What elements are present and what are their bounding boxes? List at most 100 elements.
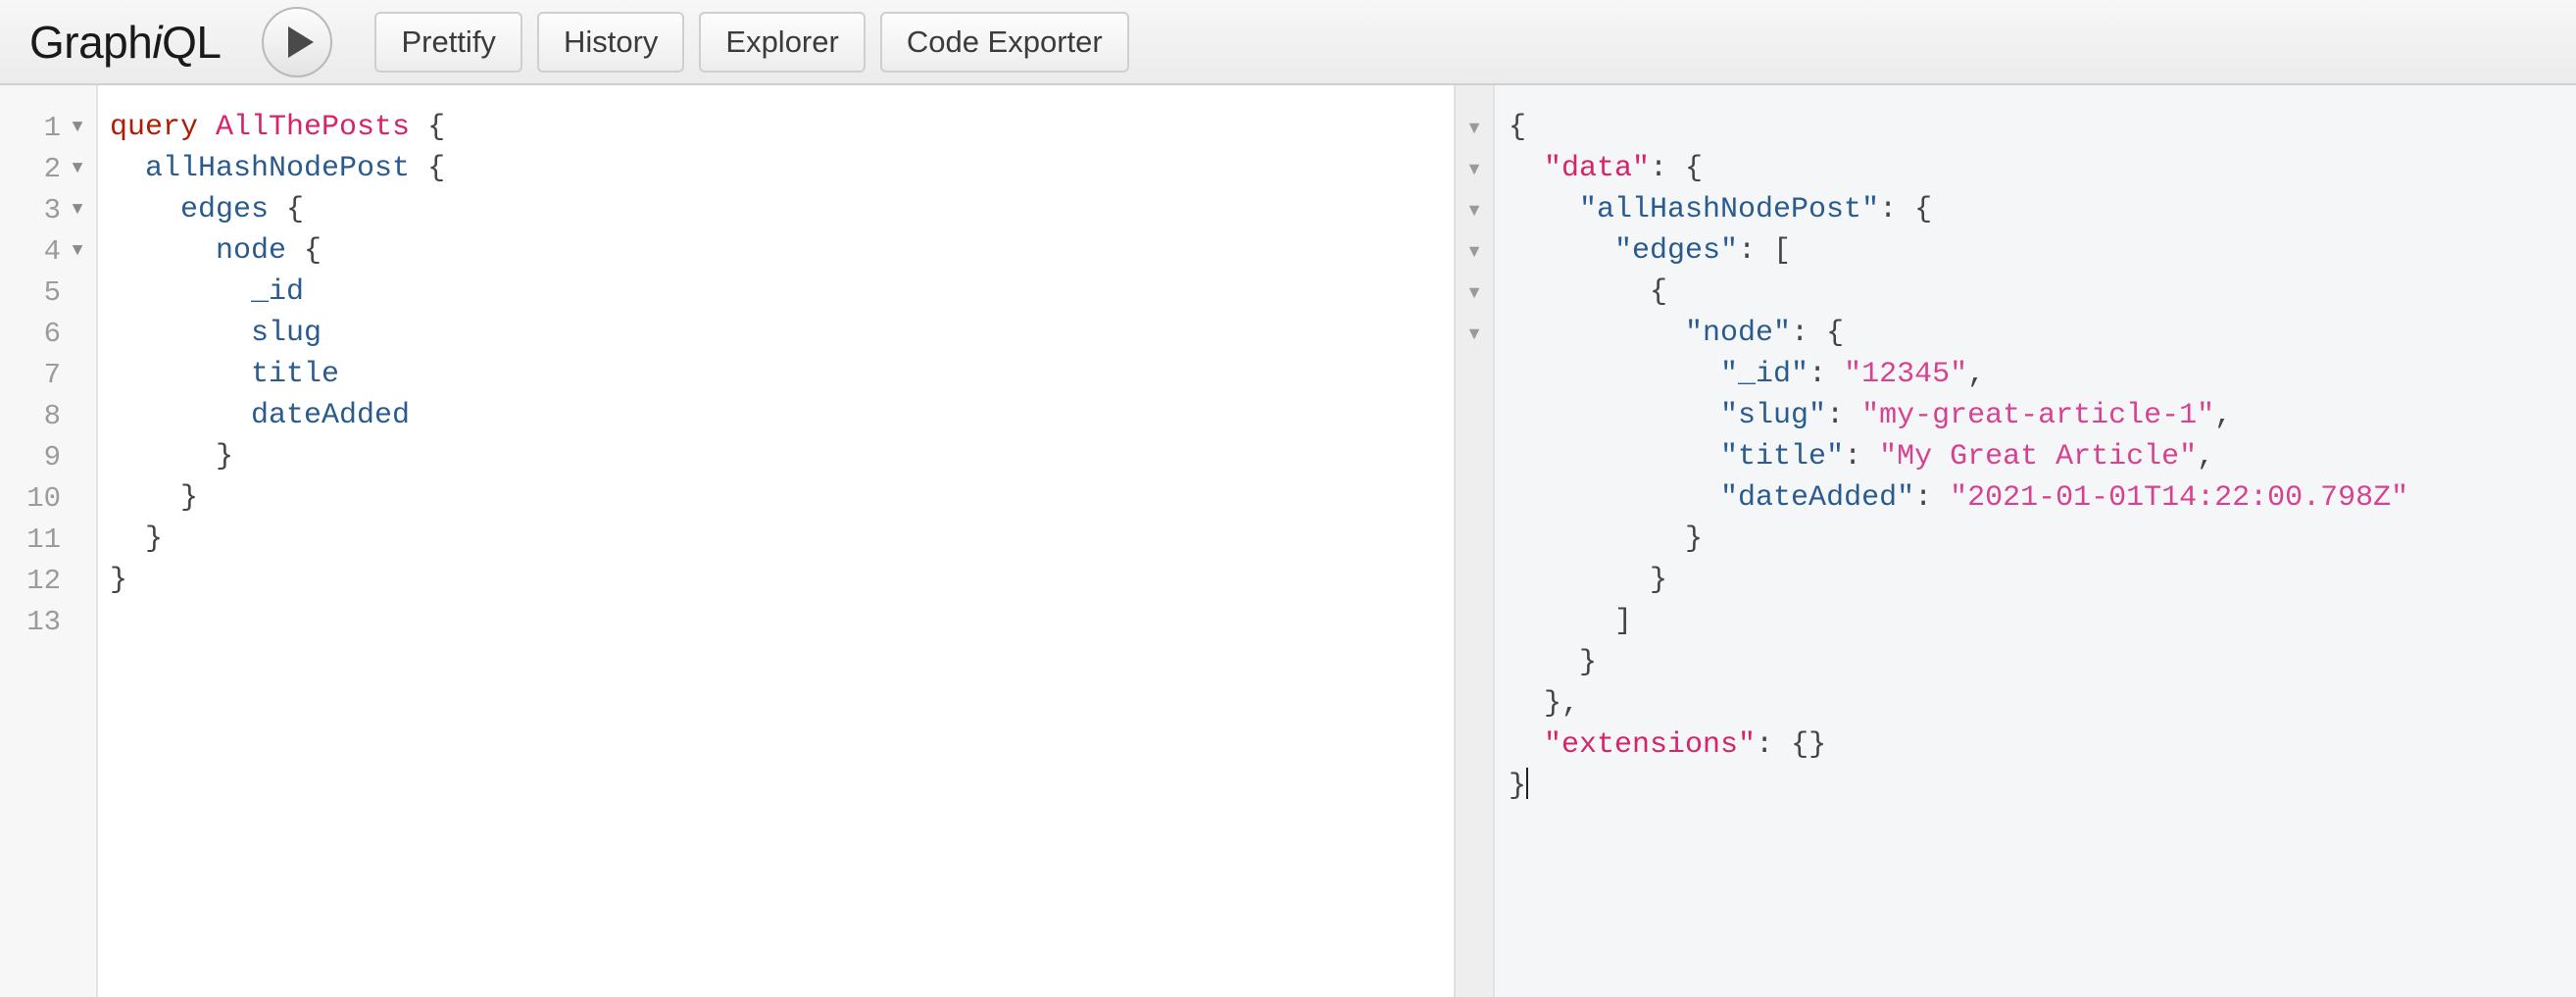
query-code-line: _id bbox=[110, 272, 1454, 313]
result-fold-arrow-icon[interactable]: ▼ bbox=[1456, 148, 1493, 189]
json-token: : { bbox=[1791, 317, 1845, 350]
json-token: , bbox=[1967, 358, 1986, 391]
code-token: node bbox=[216, 234, 287, 268]
code-token: } bbox=[110, 564, 128, 597]
json-token: } bbox=[1509, 646, 1598, 679]
json-token: } bbox=[1509, 564, 1668, 597]
result-code-line: }, bbox=[1509, 683, 2576, 724]
result-code-line: ] bbox=[1509, 601, 2576, 642]
result-fold-arrow-icon[interactable]: ▼ bbox=[1456, 107, 1493, 148]
json-token: : bbox=[1844, 440, 1880, 474]
query-code-line: query AllThePosts { bbox=[110, 107, 1454, 148]
query-gutter-line: 13▼ bbox=[0, 601, 96, 642]
execute-query-button[interactable] bbox=[262, 6, 333, 77]
json-token: ] bbox=[1509, 605, 1633, 638]
query-gutter-line: 1 ▼ bbox=[0, 107, 96, 148]
json-token: : bbox=[1826, 399, 1862, 432]
line-number: 11 bbox=[26, 523, 61, 556]
json-token: "slug" bbox=[1720, 399, 1827, 432]
graphiql-logo: GraphiQL bbox=[29, 16, 222, 69]
result-code-line: { bbox=[1509, 272, 2576, 313]
fold-arrow-icon[interactable]: ▼ bbox=[67, 241, 88, 261]
logo-suffix: QL bbox=[162, 16, 222, 68]
json-token: : {} bbox=[1756, 728, 1827, 762]
result-code-line: "node": { bbox=[1509, 313, 2576, 354]
code-token: { bbox=[410, 152, 446, 185]
fold-arrow-icon[interactable]: ▼ bbox=[67, 200, 88, 220]
json-token: { bbox=[1509, 275, 1668, 309]
result-viewer-pane[interactable]: ▼▼▼▼▼▼▼▼▼▼▼▼▼▼▼▼▼▼ { "data": { "allHashN… bbox=[1456, 85, 2576, 997]
query-gutter-line: 12▼ bbox=[0, 560, 96, 601]
json-token: }, bbox=[1509, 687, 1580, 721]
json-token: : { bbox=[1879, 193, 1933, 226]
result-code-area[interactable]: { "data": { "allHashNodePost": { "edges"… bbox=[1495, 85, 2576, 997]
line-number: 13 bbox=[26, 605, 61, 638]
prettify-button[interactable]: Prettify bbox=[374, 11, 522, 73]
line-number: 3 bbox=[43, 193, 61, 226]
query-gutter-line: 11▼ bbox=[0, 519, 96, 560]
code-token: { bbox=[410, 111, 446, 144]
text-cursor bbox=[1526, 768, 1529, 799]
code-token: { bbox=[286, 234, 322, 268]
query-code-area[interactable]: query AllThePosts { allHashNodePost { ed… bbox=[98, 85, 1454, 997]
query-line-number-gutter: 1▼2▼3▼4▼5▼6▼7▼8▼9▼10▼11▼12▼13▼ bbox=[0, 85, 98, 997]
line-number: 4 bbox=[43, 234, 61, 268]
result-code-line: "allHashNodePost": { bbox=[1509, 189, 2576, 230]
json-token: "My Great Article" bbox=[1879, 440, 2198, 474]
line-number: 7 bbox=[43, 358, 61, 391]
line-number: 10 bbox=[26, 481, 61, 515]
line-number: 2 bbox=[43, 152, 61, 185]
line-number: 5 bbox=[43, 275, 61, 309]
fold-arrow-icon[interactable]: ▼ bbox=[67, 118, 88, 137]
code-token: title bbox=[251, 358, 340, 391]
code-exporter-button[interactable]: Code Exporter bbox=[879, 11, 1129, 73]
json-token: , bbox=[2214, 399, 2233, 432]
fold-arrow-icon[interactable]: ▼ bbox=[67, 159, 88, 178]
explorer-button[interactable]: Explorer bbox=[699, 11, 866, 73]
query-editor-pane[interactable]: 1▼2▼3▼4▼5▼6▼7▼8▼9▼10▼11▼12▼13▼ query All… bbox=[0, 85, 1456, 997]
json-token: } bbox=[1509, 770, 1527, 803]
json-token: } bbox=[1509, 523, 1704, 556]
result-fold-arrow-icon[interactable]: ▼ bbox=[1456, 313, 1493, 354]
result-code-line: "edges": [ bbox=[1509, 230, 2576, 272]
code-token: dateAdded bbox=[251, 399, 411, 432]
query-code-line: } bbox=[110, 436, 1454, 477]
json-token: "2021-01-01T14:22:00.798Z" bbox=[1950, 481, 2409, 515]
query-code-line bbox=[110, 601, 1454, 642]
json-token: "extensions" bbox=[1544, 728, 1757, 762]
query-gutter-line: 7▼ bbox=[0, 354, 96, 395]
query-code-line: title bbox=[110, 354, 1454, 395]
code-token: AllThePosts bbox=[216, 111, 411, 144]
query-gutter-line: 9▼ bbox=[0, 436, 96, 477]
code-token: } bbox=[110, 440, 234, 474]
json-token: "dateAdded" bbox=[1720, 481, 1915, 515]
query-code-line: } bbox=[110, 560, 1454, 601]
result-code-line: "dateAdded": "2021-01-01T14:22:00.798Z" bbox=[1509, 477, 2576, 519]
code-token: } bbox=[110, 481, 199, 515]
json-token: "12345" bbox=[1844, 358, 1968, 391]
line-number: 8 bbox=[43, 399, 61, 432]
result-fold-arrow-icon[interactable]: ▼ bbox=[1456, 189, 1493, 230]
result-code-line: "_id": "12345", bbox=[1509, 354, 2576, 395]
result-fold-gutter: ▼▼▼▼▼▼▼▼▼▼▼▼▼▼▼▼▼▼ bbox=[1456, 85, 1495, 997]
result-fold-arrow-icon[interactable]: ▼ bbox=[1456, 230, 1493, 272]
graphiql-app: GraphiQL Prettify History Explorer Code … bbox=[0, 0, 2576, 997]
query-code-line: } bbox=[110, 519, 1454, 560]
query-gutter-line: 8▼ bbox=[0, 395, 96, 436]
result-fold-arrow-icon[interactable]: ▼ bbox=[1456, 272, 1493, 313]
query-gutter-line: 3 ▼ bbox=[0, 189, 96, 230]
json-token: { bbox=[1509, 111, 1527, 144]
history-button[interactable]: History bbox=[536, 11, 685, 73]
code-token: slug bbox=[251, 317, 322, 350]
json-token: : [ bbox=[1738, 234, 1792, 268]
json-token: , bbox=[2197, 440, 2215, 474]
